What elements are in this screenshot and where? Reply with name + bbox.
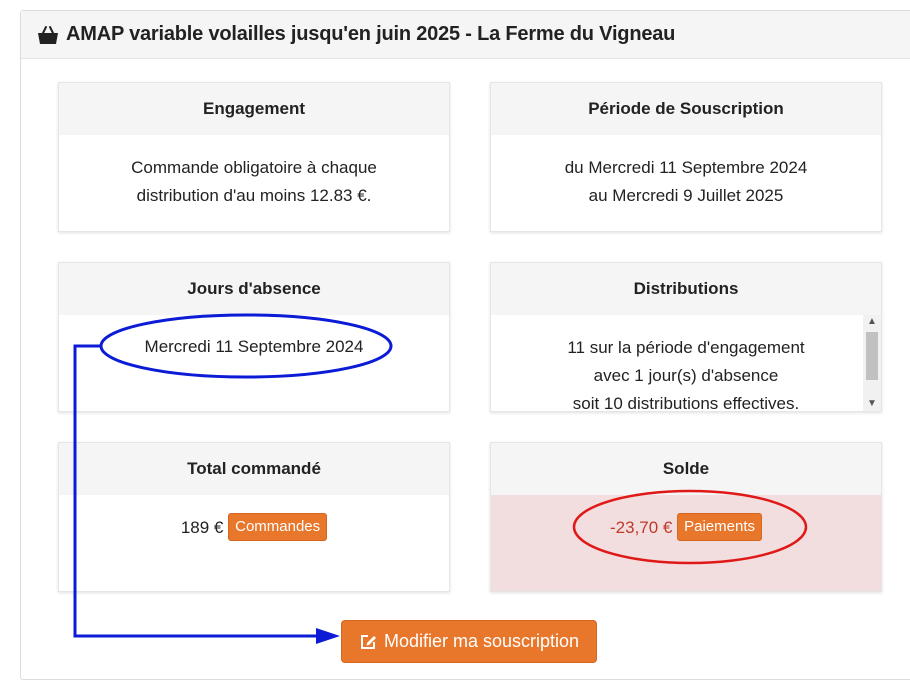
paiements-button[interactable]: Paiements: [677, 512, 762, 541]
solde-card: Solde -23,70 € Paiements: [490, 442, 882, 592]
absence-body: Mercredi 11 Septembre 2024: [59, 315, 449, 361]
periode-body: du Mercredi 11 Septembre 2024 au Mercred…: [491, 135, 881, 210]
absence-card: Jours d'absence Mercredi 11 Septembre 20…: [58, 262, 450, 412]
engagement-body: Commande obligatoire à chaque distributi…: [59, 135, 449, 210]
engagement-heading: Engagement: [59, 83, 449, 135]
distributions-heading: Distributions: [491, 263, 881, 315]
scroll-down-icon[interactable]: ▼: [863, 397, 881, 411]
panel-heading: AMAP variable volailles jusqu'en juin 20…: [21, 11, 910, 59]
distributions-line1: 11 sur la période d'engagement: [567, 338, 805, 357]
total-body: 189 € Commandes: [59, 495, 449, 543]
distributions-card: Distributions 11 sur la période d'engage…: [490, 262, 882, 412]
total-amount: 189 €: [180, 518, 224, 537]
periode-heading: Période de Souscription: [491, 83, 881, 135]
total-card: Total commandé 189 € Commandes: [58, 442, 450, 592]
engagement-line1: Commande obligatoire à chaque: [131, 158, 377, 177]
periode-card: Période de Souscription du Mercredi 11 S…: [490, 82, 882, 232]
distributions-line2: avec 1 jour(s) d'absence: [593, 366, 779, 385]
scroll-up-icon[interactable]: ▲: [863, 315, 881, 329]
periode-line1: du Mercredi 11 Septembre 2024: [564, 158, 808, 177]
basket-icon: [38, 25, 58, 44]
scroll-thumb[interactable]: [866, 332, 878, 380]
distributions-scrollbar[interactable]: ▲ ▼: [863, 315, 881, 411]
modify-subscription-button[interactable]: Modifier ma souscription: [341, 620, 597, 663]
commandes-button[interactable]: Commandes: [228, 512, 328, 541]
absence-heading: Jours d'absence: [59, 263, 449, 315]
solde-amount: -23,70 €: [610, 518, 673, 537]
panel-title: AMAP variable volailles jusqu'en juin 20…: [66, 23, 676, 45]
periode-line2: au Mercredi 9 Juillet 2025: [588, 186, 784, 205]
distributions-line3: soit 10 distributions effectives.: [572, 394, 800, 411]
distributions-body: 11 sur la période d'engagement avec 1 jo…: [491, 315, 881, 411]
solde-heading: Solde: [491, 443, 881, 495]
total-heading: Total commandé: [59, 443, 449, 495]
edit-icon: [360, 634, 376, 649]
modify-subscription-label: Modifier ma souscription: [383, 631, 580, 651]
engagement-card: Engagement Commande obligatoire à chaque…: [58, 82, 450, 232]
absence-day: Mercredi 11 Septembre 2024: [144, 337, 364, 356]
solde-body: -23,70 € Paiements: [491, 495, 881, 591]
engagement-line2: distribution d'au moins 12.83 €.: [136, 186, 372, 205]
